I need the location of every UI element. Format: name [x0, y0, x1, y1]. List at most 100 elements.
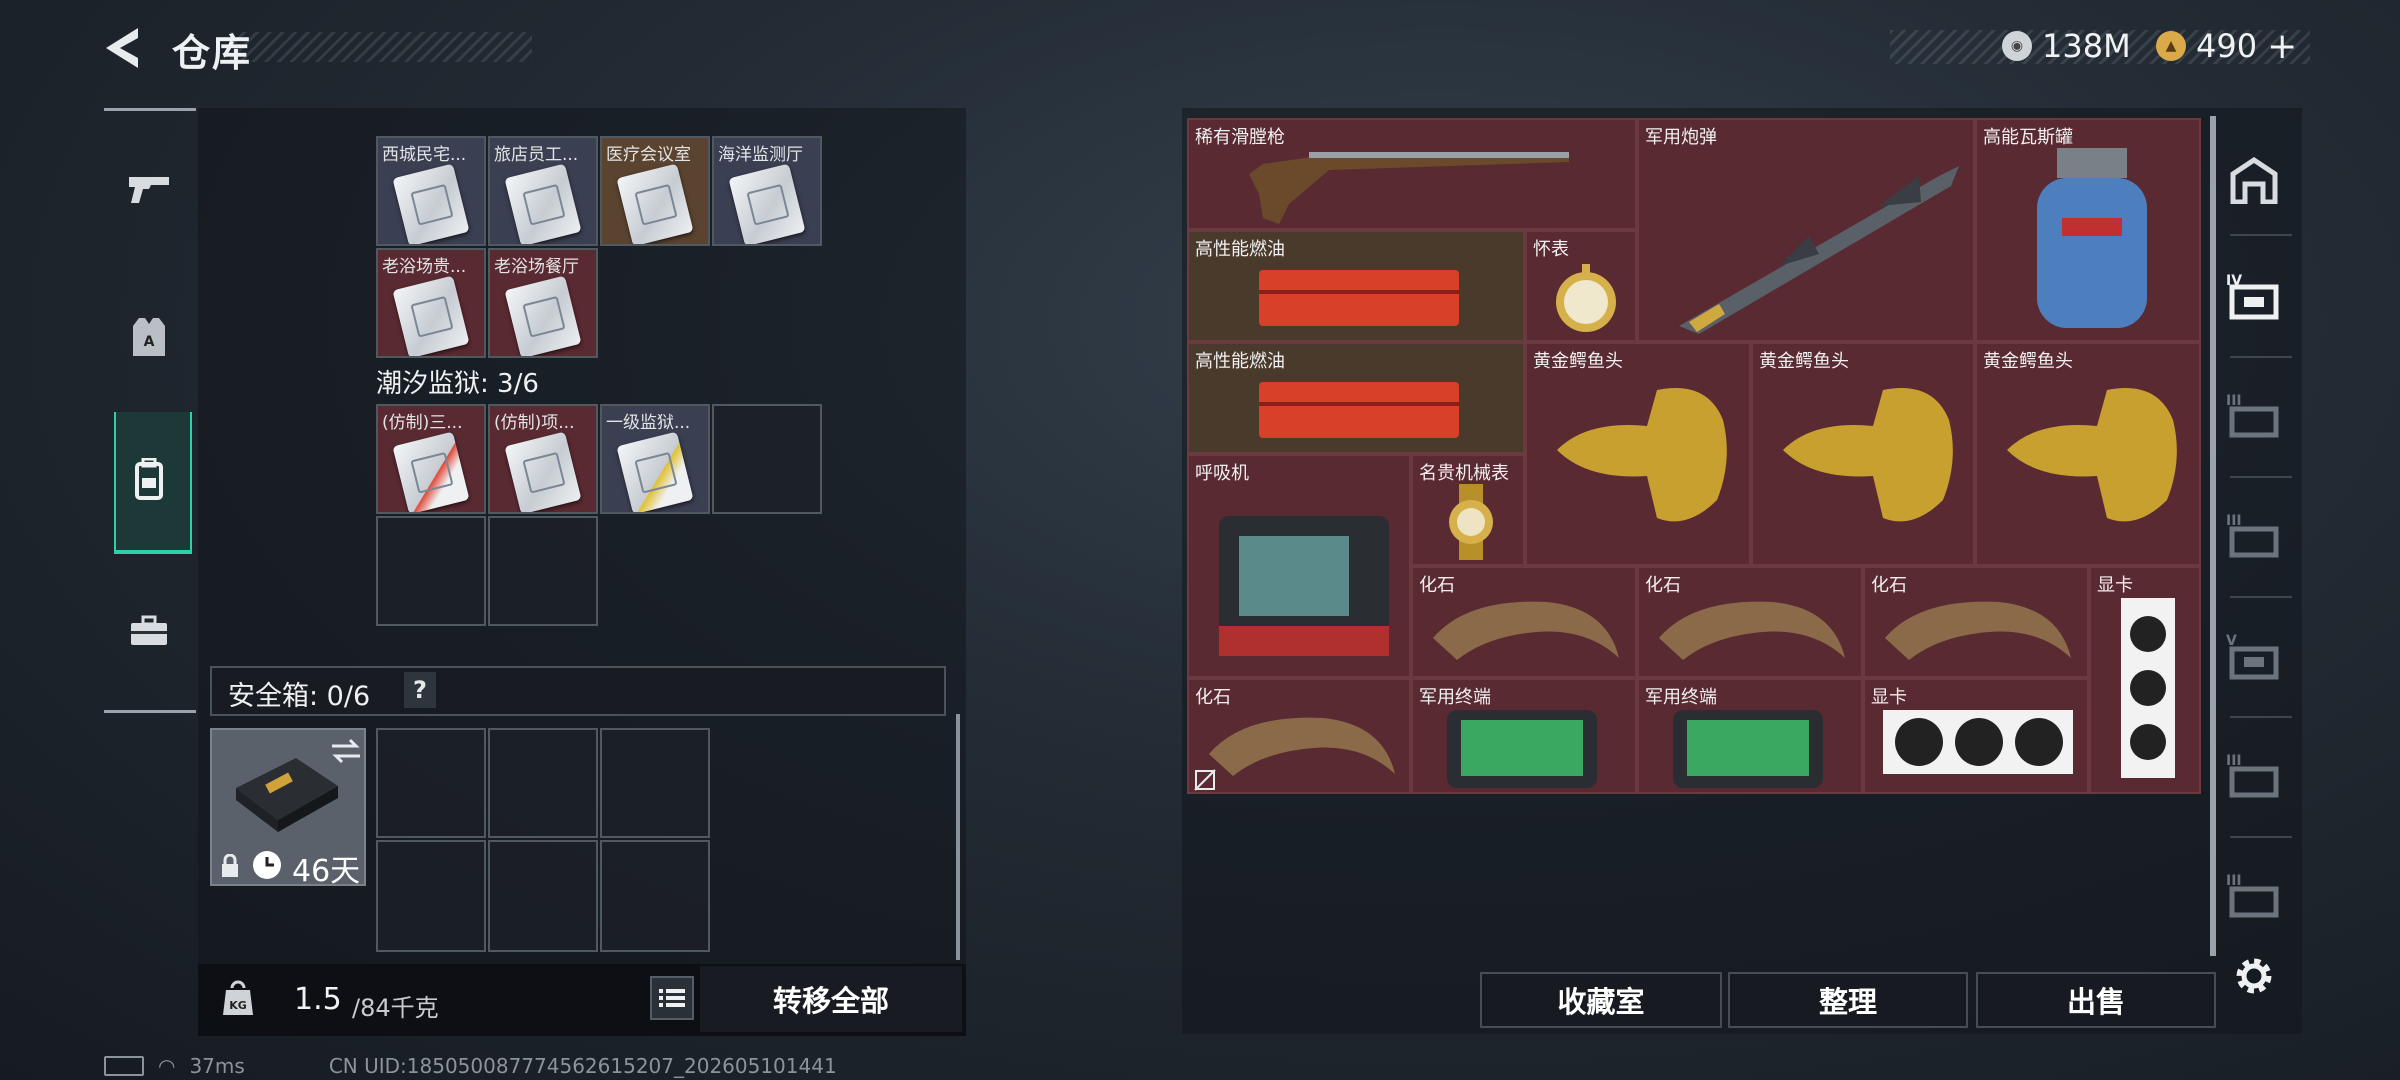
safebox-slot[interactable]	[600, 840, 710, 952]
storage-item[interactable]: 呼吸机	[1187, 454, 1411, 678]
musket-icon	[1249, 152, 1569, 224]
storage-item[interactable]: 军用炮弹	[1637, 118, 1975, 342]
side-tab-case-iii-4[interactable]: III	[2216, 858, 2292, 934]
graphics-card-icon	[2121, 598, 2175, 778]
storage-item[interactable]: 高能瓦斯罐	[1975, 118, 2201, 342]
side-tab-case-iv[interactable]: IV	[2216, 258, 2292, 334]
safebox-slot[interactable]	[600, 728, 710, 838]
add-gold-button[interactable]: +	[2267, 26, 2297, 67]
storage-item[interactable]: 化石	[1411, 566, 1637, 678]
fuel-case-icon	[1259, 270, 1459, 326]
key-card-item[interactable]: (仿制)项...	[488, 404, 598, 514]
empty-slot[interactable]	[712, 404, 822, 514]
safebox-slot[interactable]	[376, 840, 486, 952]
storage-item[interactable]: 黄金鳄鱼头	[1975, 342, 2201, 566]
item-label: 一级监狱...	[606, 413, 691, 433]
list-icon	[659, 989, 685, 1007]
scrollbar[interactable]	[956, 714, 960, 960]
armor-icon: A	[133, 318, 165, 356]
key-card-item[interactable]: 老浴场贵...	[376, 248, 486, 358]
item-label: 显卡	[1871, 687, 1907, 708]
key-card-icon	[392, 275, 470, 356]
transfer-all-button[interactable]: 转移全部	[700, 966, 962, 1032]
item-label: 军用终端	[1419, 687, 1491, 708]
rail-tab-case[interactable]	[106, 566, 192, 696]
swap-icon[interactable]	[330, 738, 362, 764]
sell-button[interactable]: 出售	[1976, 972, 2216, 1028]
key-card-item[interactable]: 海洋监测厅	[712, 136, 822, 246]
fossil-claw-icon	[1885, 601, 2071, 660]
side-tab-case-iii[interactable]: III	[2216, 378, 2292, 454]
back-arrow-icon[interactable]	[104, 26, 144, 70]
item-label: 高性能燃油	[1195, 239, 1285, 260]
gold-amount: 490	[2196, 27, 2258, 65]
side-divider	[2230, 356, 2292, 358]
key-card-item[interactable]: 医疗会议室	[600, 136, 710, 246]
missile-icon	[1679, 166, 1959, 334]
military-terminal-icon	[1447, 710, 1597, 788]
weight-icon: KG	[223, 980, 253, 1015]
rail-tab-armor[interactable]: A	[106, 272, 192, 402]
key-card-item[interactable]: 一级监狱...	[600, 404, 710, 514]
storage-item[interactable]: 黄金鳄鱼头	[1751, 342, 1975, 566]
item-label: 医疗会议室	[606, 145, 691, 165]
safebox-slot[interactable]	[488, 728, 598, 838]
prison-keys-section-label: 潮汐监狱: 3/6	[376, 369, 539, 399]
briefcase-icon	[131, 615, 167, 645]
wifi-icon: ◠	[158, 1054, 176, 1078]
rail-divider	[104, 710, 196, 713]
graphics-card-icon	[1883, 710, 2073, 774]
storage-item[interactable]: 化石	[1863, 566, 2089, 678]
side-tab-case-iii-3[interactable]: III	[2216, 738, 2292, 814]
storage-item[interactable]: 高性能燃油	[1187, 342, 1525, 454]
collection-room-button[interactable]: 收藏室	[1480, 972, 1722, 1028]
gas-tank-icon	[2037, 148, 2147, 328]
golden-crocodile-head-icon	[1557, 388, 1727, 522]
empty-slot[interactable]	[488, 516, 598, 626]
key-card-icon	[504, 275, 582, 356]
gold-coin-icon: ▲	[2156, 31, 2186, 61]
clock-icon	[253, 851, 281, 879]
key-card-item[interactable]: 老浴场餐厅	[488, 248, 598, 358]
no-collect-icon	[1194, 769, 1216, 791]
pocket-watch-icon	[1556, 264, 1616, 332]
storage-item[interactable]: 怀表	[1525, 230, 1637, 342]
rail-tab-backpack[interactable]	[106, 414, 192, 544]
help-icon[interactable]: ?	[404, 672, 436, 708]
rail-tab-weapons[interactable]	[106, 124, 192, 254]
item-label: 化石	[1645, 575, 1681, 596]
fossil-claw-icon	[1433, 601, 1619, 660]
item-label: 老浴场餐厅	[494, 257, 579, 277]
ventilator-icon	[1219, 516, 1389, 656]
storage-item[interactable]: 显卡	[2089, 566, 2201, 794]
storage-item[interactable]: 高性能燃油	[1187, 230, 1525, 342]
item-label: 化石	[1419, 575, 1455, 596]
list-view-button[interactable]	[650, 976, 694, 1020]
side-tab-storage[interactable]	[2216, 142, 2292, 218]
key-card-icon	[392, 163, 470, 244]
silver-currency: ◉ 138M	[2002, 24, 2131, 68]
item-label: 名贵机械表	[1419, 463, 1509, 484]
key-card-item[interactable]: (仿制)三...	[376, 404, 486, 514]
safebox-slot[interactable]	[376, 728, 486, 838]
side-tab-case-iii-2[interactable]: III	[2216, 498, 2292, 574]
storage-item[interactable]: 军用终端	[1411, 678, 1637, 794]
silver-coin-icon: ◉	[2002, 31, 2032, 61]
storage-item[interactable]: 显卡	[1863, 678, 2089, 794]
item-label: 化石	[1871, 575, 1907, 596]
key-card-item[interactable]: 旅店员工...	[488, 136, 598, 246]
storage-item[interactable]: 化石	[1187, 678, 1411, 794]
fuel-case-icon	[1259, 382, 1459, 438]
empty-slot[interactable]	[376, 516, 486, 626]
organize-button[interactable]: 整理	[1728, 972, 1968, 1028]
storage-item[interactable]: 稀有滑膛枪	[1187, 118, 1637, 230]
backpack-icon	[135, 458, 163, 500]
safebox-slot[interactable]	[488, 840, 598, 952]
key-card-item[interactable]: 西城民宅...	[376, 136, 486, 246]
storage-item[interactable]: 名贵机械表	[1411, 454, 1525, 566]
storage-item[interactable]: 化石	[1637, 566, 1863, 678]
storage-item[interactable]: 军用终端	[1637, 678, 1863, 794]
settings-button[interactable]	[2216, 938, 2292, 1014]
storage-item[interactable]: 黄金鳄鱼头	[1525, 342, 1751, 566]
side-tab-case-v[interactable]: V	[2216, 618, 2292, 694]
